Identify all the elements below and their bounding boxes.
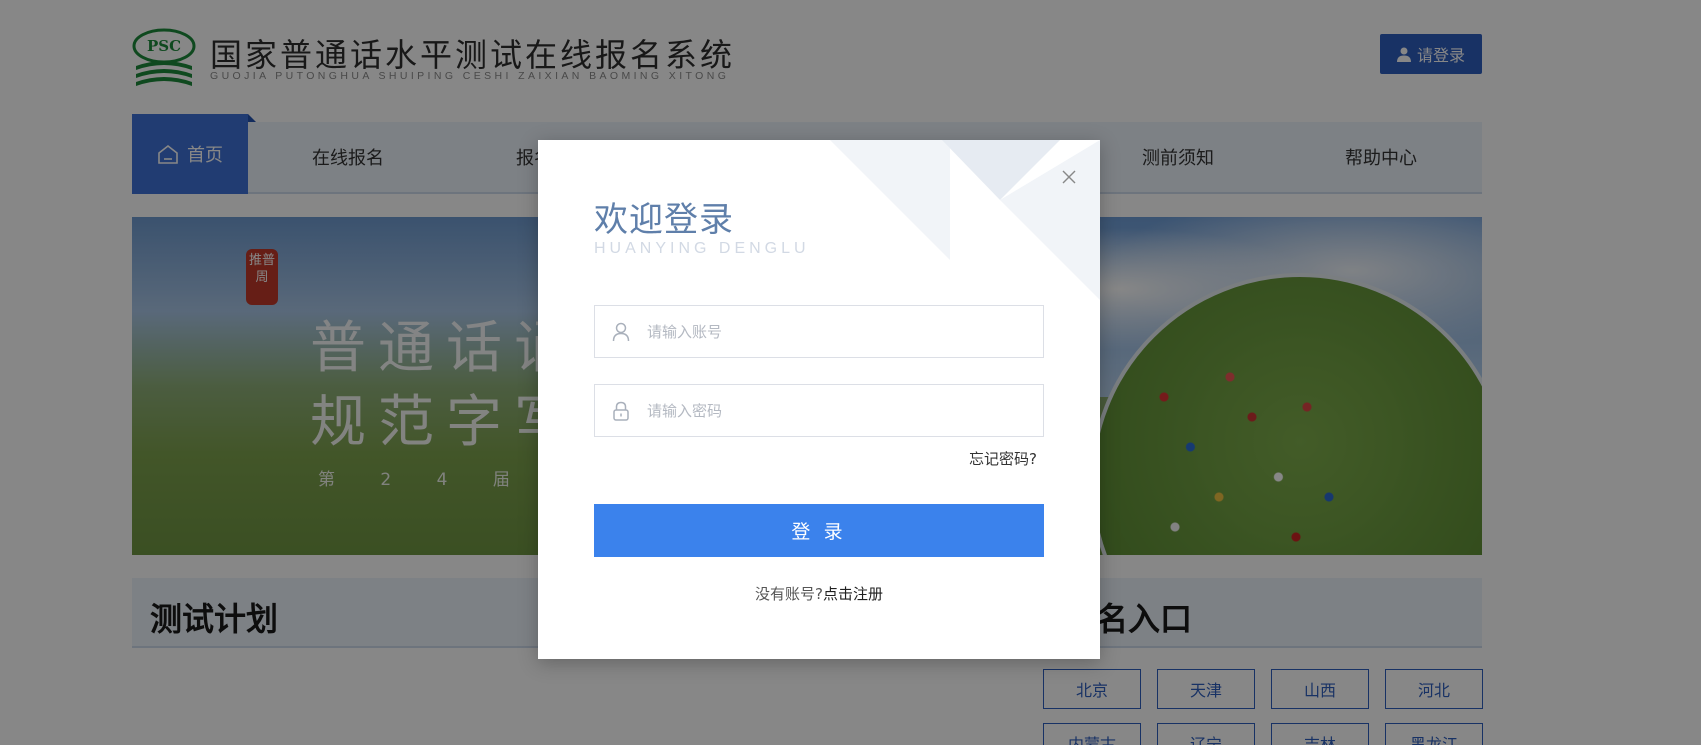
password-field[interactable]: [594, 384, 1044, 437]
no-account-text: 没有账号?: [755, 585, 823, 603]
modal-decoration: [830, 140, 1100, 300]
account-field[interactable]: [594, 305, 1044, 358]
lock-icon: [595, 385, 647, 436]
login-subtitle: HUANYING DENGLU: [594, 240, 810, 257]
user-icon: [595, 306, 647, 357]
close-button[interactable]: [1058, 166, 1080, 188]
login-modal: 欢迎登录 HUANYING DENGLU 忘记密码? 登 录 没有账号?点击注册: [538, 140, 1100, 659]
password-input[interactable]: [647, 385, 1043, 436]
register-row: 没有账号?点击注册: [538, 583, 1100, 604]
close-icon: [1062, 170, 1076, 184]
account-input[interactable]: [647, 306, 1043, 357]
login-title: 欢迎登录: [594, 200, 734, 240]
login-submit-button[interactable]: 登 录: [594, 504, 1044, 557]
register-link[interactable]: 点击注册: [823, 585, 883, 603]
forgot-password-link[interactable]: 忘记密码?: [969, 448, 1037, 469]
